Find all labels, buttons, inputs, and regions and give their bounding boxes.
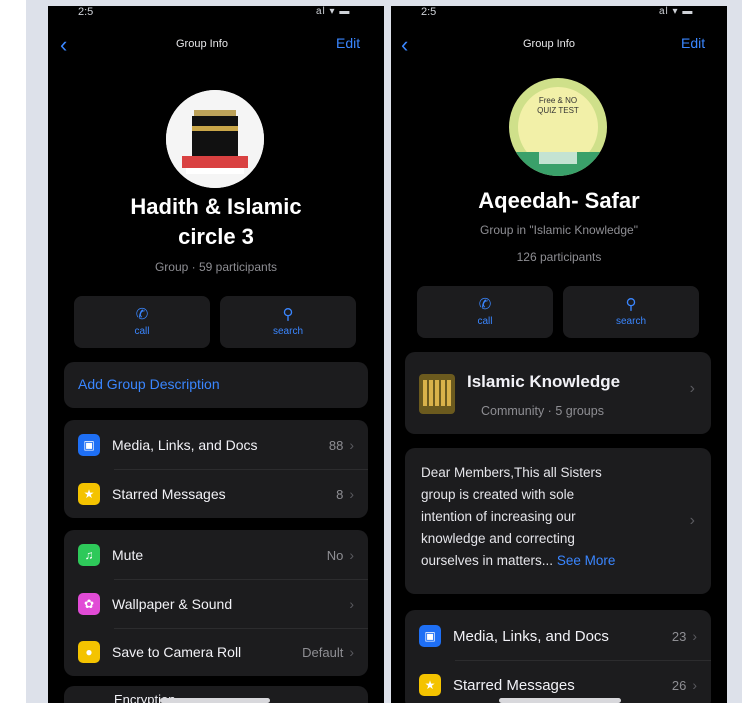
chevron-right-icon: › — [349, 644, 354, 660]
description-card[interactable]: Dear Members,This all Sisters group is c… — [405, 448, 711, 594]
search-label: search — [272, 326, 303, 337]
camera-roll-icon: ● — [78, 641, 100, 663]
phone-screen-right: 2:5 al ▾ ▬ ‹ Group Info Edit Free & NO Q… — [391, 6, 727, 703]
group-name-line1: Hadith & Islamic — [130, 194, 302, 219]
row-value: No — [326, 547, 344, 563]
group-avatar[interactable]: Free & NO QUIZ TEST — [509, 78, 607, 176]
row-label: Wallpaper & Sound — [112, 596, 233, 612]
status-icons: al ▾ ▬ — [659, 6, 694, 17]
chevron-right-icon: › — [349, 596, 354, 612]
photo-icon: ▣ — [419, 625, 441, 647]
chevron-right-icon: › — [689, 512, 695, 529]
status-icons: al ▾ ▬ — [316, 6, 351, 17]
row-value: 8 — [336, 486, 344, 502]
home-indicator — [160, 698, 270, 703]
edit-button[interactable]: Edit — [336, 35, 360, 51]
mute-row[interactable]: ♫ Mute No › — [64, 531, 368, 579]
add-description-card[interactable]: Add Group Description — [64, 362, 368, 408]
status-time: 2:5 — [421, 6, 437, 18]
group-subtitle-line2: 126 participants — [516, 250, 602, 264]
group-avatar[interactable] — [166, 90, 264, 188]
search-button[interactable]: ⚲ search — [563, 286, 699, 338]
media-card: ▣ Media, Links, and Docs 23 › ★ Starred … — [405, 610, 711, 703]
see-more-link[interactable]: See More — [557, 553, 616, 568]
description-line: intention of increasing our — [421, 509, 576, 524]
star-icon: ★ — [419, 674, 441, 696]
media-links-docs-row[interactable]: ▣ Media, Links, and Docs 23 › — [405, 612, 711, 660]
mute-icon: ♫ — [78, 544, 100, 566]
description-line: group is created with sole — [421, 487, 575, 502]
row-value: 26 — [671, 677, 687, 693]
chevron-right-icon: › — [689, 380, 695, 397]
group-subtitle-line1: Group in "Islamic Knowledge" — [480, 223, 638, 237]
wallpaper-sound-row[interactable]: ✿ Wallpaper & Sound › — [64, 580, 368, 628]
group-avatar-image — [509, 78, 607, 176]
group-name: Aqeedah- Safar — [478, 188, 640, 213]
chevron-right-icon: › — [349, 547, 354, 563]
row-label: Mute — [112, 547, 144, 563]
call-button[interactable]: ✆ call — [417, 286, 553, 338]
wallpaper-icon: ✿ — [78, 593, 100, 615]
group-description: Dear Members,This all Sisters group is c… — [421, 462, 671, 572]
add-description-link[interactable]: Add Group Description — [78, 376, 220, 392]
page-title: Group Info — [176, 38, 228, 50]
row-value: Default — [302, 644, 344, 660]
description-line: knowledge and correcting — [421, 531, 575, 546]
photo-icon: ▣ — [78, 434, 100, 456]
chevron-right-icon: › — [692, 628, 697, 644]
search-label: search — [615, 316, 646, 327]
group-subtitle: Group · 59 participants — [154, 260, 278, 274]
search-button[interactable]: ⚲ search — [220, 296, 356, 348]
group-name: Hadith & Islamic circle 3 — [48, 192, 384, 252]
call-button[interactable]: ✆ call — [74, 296, 210, 348]
phone-icon: ✆ — [478, 296, 492, 313]
row-label: Starred Messages — [112, 486, 226, 502]
page-title: Group Info — [523, 38, 575, 50]
row-label: Save to Camera Roll — [112, 644, 242, 660]
avatar-caption: Free & NO QUIZ TEST — [537, 96, 579, 115]
status-time: 2:5 — [78, 6, 94, 18]
chevron-right-icon: › — [349, 486, 354, 502]
community-name: Islamic Knowledge — [467, 372, 621, 391]
phone-icon: ✆ — [135, 306, 149, 323]
group-name-line2: circle 3 — [178, 224, 254, 249]
star-icon: ★ — [78, 483, 100, 505]
phone-screen-left: 2:5 al ▾ ▬ ‹ Group Info Edit Hadith & Is… — [48, 6, 384, 703]
community-subtitle: Community · 5 groups — [481, 404, 604, 418]
call-label: call — [477, 316, 493, 327]
chevron-right-icon: › — [349, 437, 354, 453]
community-icon — [419, 374, 455, 414]
media-links-docs-row[interactable]: ▣ Media, Links, and Docs 88 › — [64, 421, 368, 469]
description-line-last: ourselves in matters... See More — [421, 550, 671, 572]
edit-button[interactable]: Edit — [681, 35, 705, 51]
starred-messages-row[interactable]: ★ Starred Messages 26 › — [405, 661, 711, 703]
row-value: 88 — [328, 437, 344, 453]
search-icon: ⚲ — [625, 296, 637, 313]
chevron-right-icon: › — [692, 677, 697, 693]
media-card: ▣ Media, Links, and Docs 88 › ★ Starred … — [64, 420, 368, 518]
save-camera-roll-row[interactable]: ● Save to Camera Roll Default › — [64, 628, 368, 676]
row-value: 23 — [671, 628, 687, 644]
kaaba-image — [166, 90, 264, 188]
back-button[interactable]: ‹ — [60, 34, 67, 56]
row-label: Starred Messages — [453, 676, 575, 694]
description-line: ourselves in matters... — [421, 553, 554, 568]
home-indicator — [499, 698, 621, 703]
description-line: Dear Members,This all Sisters — [421, 465, 602, 480]
row-label: Media, Links, and Docs — [453, 627, 609, 645]
community-card[interactable]: Islamic Knowledge Community · 5 groups › — [405, 352, 711, 434]
starred-messages-row[interactable]: ★ Starred Messages 8 › — [64, 470, 368, 518]
back-button[interactable]: ‹ — [401, 34, 408, 56]
settings-card: ♫ Mute No › ✿ Wallpaper & Sound › ● Save… — [64, 530, 368, 676]
search-icon: ⚲ — [282, 306, 294, 323]
row-label: Media, Links, and Docs — [112, 437, 258, 453]
call-label: call — [134, 326, 150, 337]
